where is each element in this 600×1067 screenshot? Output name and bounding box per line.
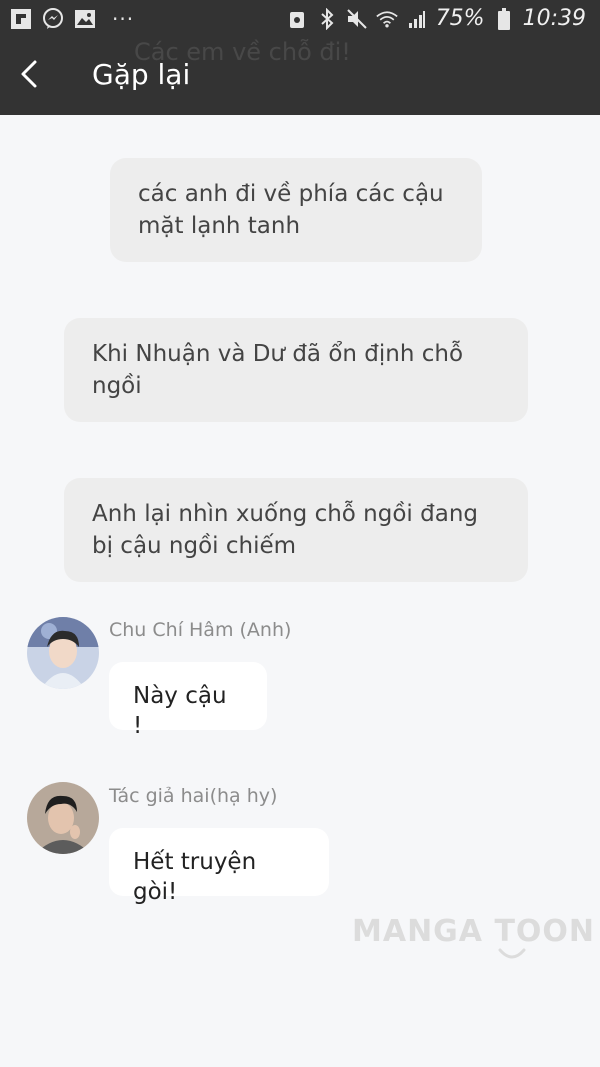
messenger-icon	[42, 8, 64, 30]
status-bar-right: 75% 10:39	[286, 6, 586, 31]
narration-card: Khi Nhuận và Dư đã ổn định chỗ ngồi	[64, 318, 528, 422]
message-bubble: Hết truyện gòi!	[109, 828, 329, 905]
status-bar: ··· 75% 10:39	[0, 0, 600, 38]
more-notifications-dots: ···	[112, 7, 135, 31]
back-arrow-icon	[19, 59, 39, 93]
back-button[interactable]	[12, 56, 46, 96]
ghost-overlay-text: Các em về chỗ đi!	[134, 38, 351, 66]
avatar[interactable]	[27, 782, 99, 854]
flipboard-icon	[10, 8, 32, 30]
wifi-icon	[375, 8, 398, 30]
sender-name: Tác giả hai(hạ hy)	[109, 785, 278, 807]
sender-name: Chu Chí Hâm (Anh)	[109, 619, 292, 641]
signal-icon	[406, 8, 428, 30]
message-bubble: Này cậu !	[109, 662, 267, 739]
battery-icon	[493, 7, 515, 30]
mute-icon	[346, 8, 368, 30]
narration-card: Anh lại nhìn xuống chỗ ngồi đang bị cậu …	[64, 478, 528, 582]
android-icon	[286, 8, 308, 30]
narration-card: các anh đi về phía các cậu mặt lạnh tanh	[110, 158, 482, 262]
bluetooth-icon	[316, 7, 338, 30]
watermark-logo: MANGA TOON	[352, 914, 596, 949]
clock: 10:39	[522, 6, 586, 31]
avatar[interactable]	[27, 617, 99, 689]
battery-percent: 75%	[435, 6, 485, 31]
watermark-smile-icon	[498, 948, 526, 959]
gallery-icon	[74, 8, 96, 30]
status-bar-left: ···	[10, 8, 134, 30]
